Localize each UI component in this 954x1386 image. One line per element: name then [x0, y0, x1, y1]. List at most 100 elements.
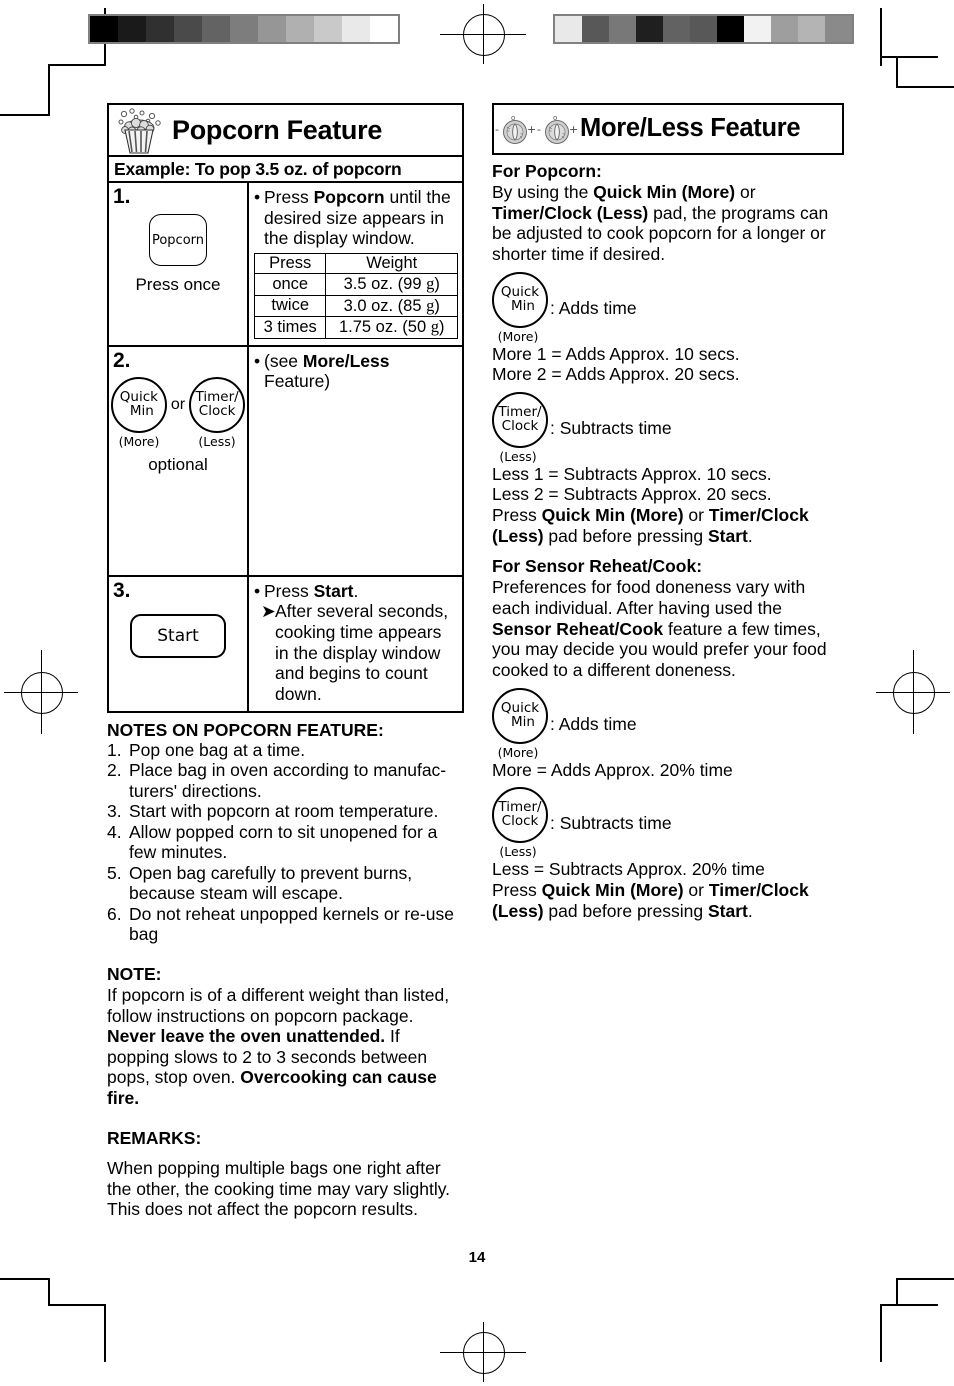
note-part-1: If popcorn is of a different weight than…	[107, 985, 450, 1026]
page-title: Popcorn Feature	[172, 114, 383, 145]
crop-mark-br-v2	[896, 1278, 898, 1306]
sublabel-spacer	[169, 434, 187, 449]
step-2-instruction: • (see More/Less Feature)	[249, 347, 462, 575]
more-less-pads: Quick Min or Timer/ Clock	[110, 376, 246, 433]
timer-clock-pad-button[interactable]: Timer/ Clock	[492, 787, 548, 844]
timer-clock-less-row: Timer/ Clock (Less) : Subtracts time	[492, 391, 844, 464]
note-number: 4.	[107, 821, 122, 842]
press-mid: or	[683, 505, 709, 526]
step-number: 3.	[113, 578, 131, 602]
step-number: 2.	[113, 348, 131, 372]
sub-instruction-text: After several seconds, cooking time appe…	[275, 601, 449, 704]
press-end: .	[747, 900, 753, 921]
for-sensor-heading: For Sensor Reheat/Cook:	[492, 556, 703, 577]
instruction-bullet: • (see More/Less Feature)	[254, 351, 458, 392]
steps-table: 1. Popcorn Press once • Press Popcorn un…	[107, 183, 464, 713]
quick-min-pad-button[interactable]: Quick Min	[492, 687, 548, 744]
note-heading: NOTE:	[107, 964, 162, 985]
dial-knob-minus-plus-icon: - + o	[495, 114, 536, 144]
instruction-text: Press Popcorn until the desired size app…	[264, 187, 458, 249]
crop-mark-br-h	[880, 1304, 938, 1306]
less-sublabel: (Less)	[499, 448, 537, 464]
note-number: 3.	[107, 801, 122, 822]
press-before-start-sensor: Press Quick Min (More) or Timer/Clock (L…	[492, 880, 844, 921]
crop-mark-tr-v2	[896, 56, 898, 88]
list-item: 4. Allow popped corn to sit unopened for …	[107, 822, 464, 863]
start-pad-button[interactable]: Start	[130, 613, 226, 658]
table-row: twice 3.0 oz. (85 g)	[253, 294, 458, 318]
pad-line-2: Clock	[501, 417, 539, 434]
timer-clock-pad-button[interactable]: Timer/ Clock	[189, 376, 246, 433]
remarks-body: When popping multiple bags one right aft…	[107, 1158, 451, 1220]
col-header-weight: Weight	[325, 252, 458, 275]
pad-line-2: Clock	[501, 813, 539, 830]
bullet-dot: •	[254, 580, 261, 601]
note-text: Place bag in oven according to manufac-t…	[129, 760, 447, 801]
cell-press: once	[253, 273, 327, 296]
registration-mark-left	[4, 650, 78, 734]
crop-mark-tr-h2	[896, 86, 954, 88]
para-pre: By using the	[492, 182, 594, 202]
sub-instruction: ➤ After several seconds, cooking time ap…	[261, 601, 458, 704]
para-bold-1: Quick Min (More)	[593, 182, 736, 202]
popcorn-feature-column: Popcorn Feature Example: To pop 3.5 oz. …	[107, 103, 464, 1220]
crop-mark-bl-h2	[0, 1278, 50, 1280]
pad-line-2: Clock	[198, 402, 236, 419]
para-bold-2: Timer/Clock (Less)	[492, 202, 649, 223]
table-row: once 3.5 oz. (99 g)	[253, 273, 458, 296]
cell-weight: 3.5 oz. (99 g)	[325, 273, 458, 296]
sensor-bold: Sensor Reheat/Cook	[492, 618, 664, 639]
more-sublabel: (More)	[497, 328, 539, 344]
list-item: 1. Pop one bag at a time.	[107, 740, 464, 760]
crop-mark-tl-h2	[0, 114, 50, 116]
cell-press: 3 times	[253, 316, 327, 339]
svg-text:-: -	[495, 123, 499, 136]
press-bold-1: Quick Min (More)	[541, 505, 684, 526]
crop-mark-bl-v2	[48, 1278, 50, 1306]
step-row: 3. Start • Press Start. ➤ After several …	[109, 576, 462, 711]
or-label: or	[170, 395, 186, 413]
press-post: pad before pressing	[543, 525, 708, 546]
press-pre: Press	[492, 505, 542, 526]
sensor-more-line: More = Adds Approx. 20% time	[492, 759, 733, 780]
note-text: Pop one bag at a time.	[129, 739, 306, 760]
more-1-line: More 1 = Adds Approx. 10 secs.	[492, 343, 740, 364]
example-bar: Example: To pop 3.5 oz. of popcorn	[107, 157, 464, 183]
sensor-less-line: Less = Subtracts Approx. 20% time	[492, 859, 765, 880]
table-header-row: Press Weight	[253, 252, 458, 275]
step-1-instruction: • Press Popcorn until the desired size a…	[249, 183, 462, 345]
timer-clock-pad-button[interactable]: Timer/ Clock	[492, 391, 548, 448]
instruction-post: Feature)	[264, 371, 331, 392]
manual-page: Popcorn Feature Example: To pop 3.5 oz. …	[0, 0, 954, 1386]
less-2-line: Less 2 = Subtracts Approx. 20 secs.	[492, 484, 772, 505]
popcorn-feature-header: Popcorn Feature	[107, 103, 464, 157]
popcorn-pad-button[interactable]: Popcorn	[149, 214, 207, 267]
quick-min-pad-button[interactable]: Quick Min	[492, 271, 548, 328]
instruction-text: (see More/Less Feature)	[264, 351, 458, 392]
cell-weight: 3.0 oz. (85 g)	[325, 294, 458, 318]
step-3-visual: 3. Start	[109, 576, 249, 711]
quick-min-pad-wrap: Quick Min (More)	[492, 687, 550, 760]
press-pre: Press	[492, 879, 542, 900]
quick-min-pad-button[interactable]: Quick Min	[110, 376, 167, 433]
instruction-post: .	[353, 580, 359, 601]
press-bold-1: Quick Min (More)	[541, 879, 684, 900]
press-mid: or	[683, 879, 709, 900]
col-header-press: Press	[253, 252, 327, 275]
step-3-instruction: • Press Start. ➤ After several seconds, …	[249, 577, 462, 711]
more-effect-text: : Adds time	[550, 297, 637, 318]
popcorn-notes-list: 1. Pop one bag at a time. 2. Place bag in …	[107, 740, 464, 945]
list-item: 5. Open bag carefully to prevent burns, b…	[107, 863, 464, 904]
registration-mark-bottom	[440, 1322, 526, 1382]
sensor-less-effect-text: : Subtracts time	[550, 813, 672, 834]
crop-mark-br-v	[880, 1304, 882, 1362]
notes-heading: NOTES ON POPCORN FEATURE:	[107, 719, 384, 740]
instruction-bold: Popcorn	[313, 187, 385, 207]
crop-mark-bl-h	[48, 1304, 106, 1306]
crop-mark-br-h2	[896, 1278, 954, 1280]
note-text: Open bag carefully to prevent burns, bec…	[129, 862, 413, 904]
